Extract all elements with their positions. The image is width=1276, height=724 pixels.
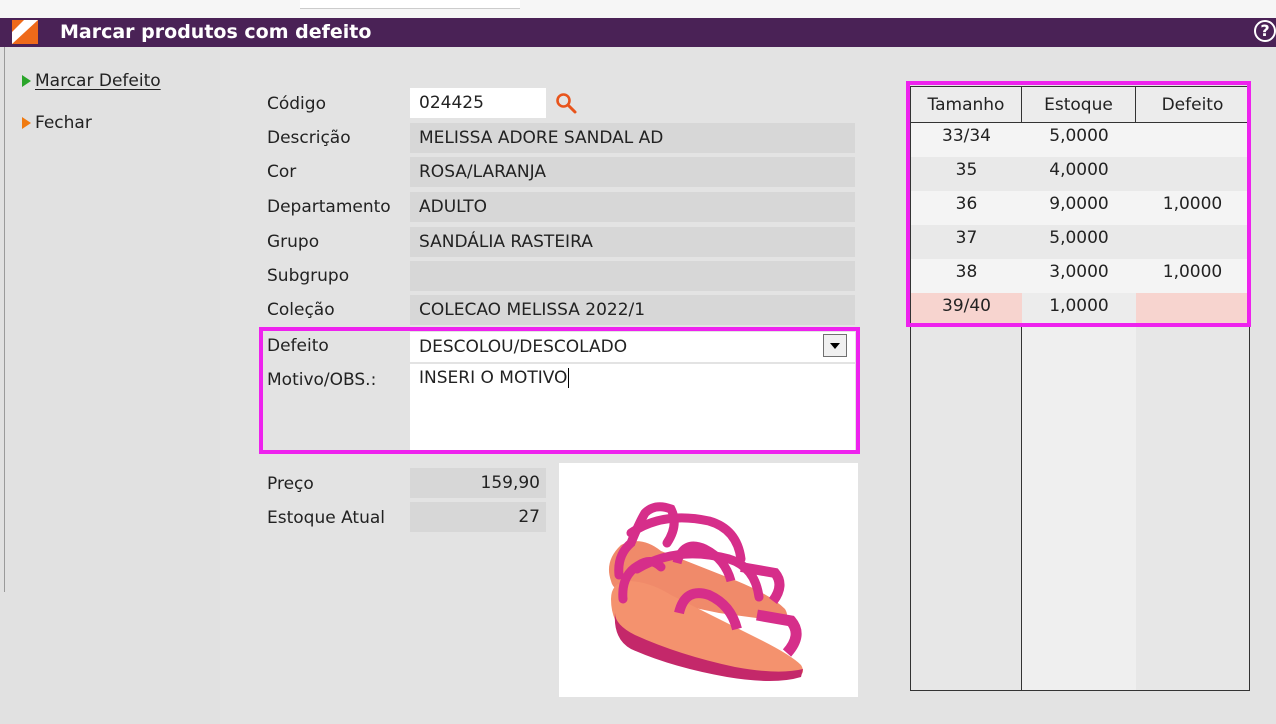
colecao-label: Coleção (267, 300, 335, 320)
cell-estoque: 4,0000 (1049, 160, 1109, 180)
marcar-defeito-label: Marcar Defeito (35, 71, 161, 91)
descricao-field: MELISSA ADORE SANDAL AD (410, 123, 855, 153)
window-title: Marcar produtos com defeito (60, 21, 372, 43)
grupo-field: SANDÁLIA RASTEIRA (410, 227, 855, 257)
preco-field: 159,90 (410, 468, 546, 498)
grid-row[interactable]: 36 9,0000 1,0000 (911, 191, 1249, 225)
grupo-label: Grupo (267, 232, 320, 252)
title-bar: Marcar produtos com defeito ? (0, 18, 1276, 47)
sidebar-divider (4, 47, 5, 592)
sandal-image (608, 502, 803, 681)
cell-tamanho: 38 (955, 262, 978, 282)
product-image (559, 463, 858, 697)
motivo-text: INSERI O MOTIVO (419, 368, 568, 388)
cell-tamanho: 33/34 (942, 126, 991, 146)
cell-tamanho: 36 (955, 194, 978, 214)
cor-field: ROSA/LARANJA (410, 157, 855, 187)
cell-defeito: 1,0000 (1162, 262, 1223, 282)
estoque-atual-label: Estoque Atual (267, 508, 386, 528)
grid-row[interactable]: 38 3,0000 1,0000 (911, 259, 1249, 293)
grid-row[interactable]: 33/34 5,0000 (911, 123, 1249, 157)
play-arrow-icon (22, 75, 31, 87)
play-arrow-icon (22, 117, 31, 129)
help-icon[interactable]: ? (1254, 20, 1276, 42)
cell-defeito (1136, 293, 1249, 327)
cell-defeito (1136, 157, 1249, 191)
text-caret (568, 368, 570, 388)
codigo-label: Código (267, 94, 326, 114)
cell-estoque: 9,0000 (1049, 194, 1109, 214)
cell-defeito (1136, 225, 1249, 259)
grid-row[interactable]: 35 4,0000 (911, 157, 1249, 191)
background-tab (300, 0, 520, 9)
dropdown-arrow-icon (830, 343, 840, 349)
cor-label: Cor (267, 162, 297, 182)
preco-label: Preço (267, 474, 314, 494)
cell-defeito (1136, 123, 1249, 157)
subgrupo-label: Subgrupo (267, 266, 350, 286)
cell-defeito: 1,0000 (1162, 194, 1223, 214)
cell-tamanho: 39/40 (942, 296, 991, 316)
app-logo-icon (12, 20, 38, 44)
subgrupo-field (410, 261, 855, 291)
sizes-grid: Tamanho Estoque Defeito 33/34 5,0000 35 … (910, 86, 1250, 691)
departamento-label: Departamento (267, 197, 391, 217)
cell-estoque: 3,0000 (1049, 262, 1109, 282)
cell-estoque: 1,0000 (1022, 293, 1136, 327)
fechar-label: Fechar (35, 113, 92, 133)
defeito-selected-value: DESCOLOU/DESCOLADO (419, 337, 628, 357)
defeito-select[interactable]: DESCOLOU/DESCOLADO (410, 332, 855, 362)
codigo-input[interactable]: 024425 (410, 88, 546, 118)
motivo-label: Motivo/OBS.: (267, 370, 377, 390)
colecao-field: COLECAO MELISSA 2022/1 (410, 295, 855, 325)
defeito-label: Defeito (267, 336, 329, 356)
grid-row-selected[interactable]: 39/40 1,0000 (911, 293, 1249, 327)
cell-estoque: 5,0000 (1049, 126, 1109, 146)
cell-estoque: 5,0000 (1049, 228, 1109, 248)
grid-header-tamanho[interactable]: Tamanho (911, 87, 1022, 123)
action-sidebar (0, 47, 220, 724)
grid-header-defeito[interactable]: Defeito (1136, 87, 1249, 123)
search-icon[interactable] (554, 91, 578, 115)
top-strip (0, 0, 1276, 18)
estoque-atual-field: 27 (410, 502, 546, 532)
cell-tamanho: 35 (955, 160, 978, 180)
grid-header-estoque[interactable]: Estoque (1022, 87, 1136, 123)
departamento-field: ADULTO (410, 192, 855, 222)
motivo-textarea[interactable]: INSERI O MOTIVO (410, 364, 855, 450)
defeito-dropdown-button[interactable] (823, 334, 847, 357)
grid-row[interactable]: 37 5,0000 (911, 225, 1249, 259)
cell-tamanho: 37 (955, 228, 978, 248)
descricao-label: Descrição (267, 128, 351, 148)
